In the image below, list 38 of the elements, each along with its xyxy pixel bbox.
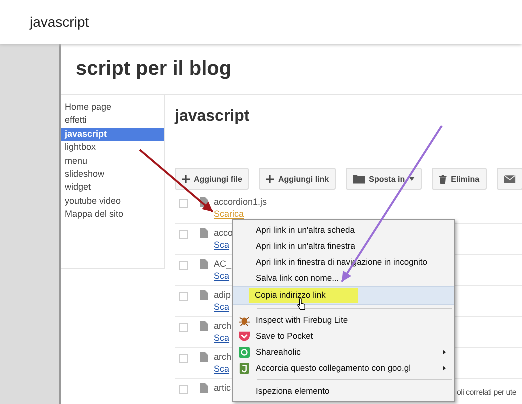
toolbar-button[interactable]: Elimina xyxy=(432,168,487,190)
context-menu-item[interactable]: Apri link in un'altra finestra xyxy=(233,238,454,254)
file-name: arch xyxy=(214,352,232,363)
sidebar-item[interactable]: lightbox xyxy=(61,141,164,155)
context-menu-item[interactable]: Salva link con nome... xyxy=(233,270,454,286)
context-menu-item[interactable]: Copia indirizzo link xyxy=(233,286,454,305)
context-menu-item[interactable]: Apri link in un'altra scheda xyxy=(233,222,454,238)
file-name: arch xyxy=(214,321,232,332)
sidebar-item[interactable]: youtube video xyxy=(61,194,164,208)
context-menu-item[interactable]: Save to Pocket xyxy=(233,328,454,344)
sidebar-item[interactable]: Mappa del sito xyxy=(61,208,164,222)
context-menu-item[interactable]: Inspect with Firebug Lite xyxy=(233,312,454,328)
context-menu-item[interactable]: Shareaholic xyxy=(233,344,454,360)
sidebar-item[interactable]: javascript xyxy=(61,128,164,142)
file-name: AC_ xyxy=(214,259,232,270)
folder-heading: javascript xyxy=(175,108,251,127)
file-name: accordion1.js xyxy=(214,197,268,208)
toolbar-button[interactable]: Sposta in xyxy=(346,168,422,190)
download-link[interactable]: Sca xyxy=(214,239,230,251)
page-title: javascript xyxy=(30,14,90,30)
download-link[interactable]: Sca xyxy=(214,332,230,344)
sidebar-item[interactable]: menu xyxy=(61,154,164,168)
download-link[interactable]: Sca xyxy=(214,270,230,282)
site-title: script per il blog xyxy=(76,58,232,80)
context-menu-item[interactable]: Accorcia questo collegamento con goo.gl xyxy=(233,360,454,376)
sidebar-item[interactable]: effetti xyxy=(61,114,164,128)
file-description: oli correlati per ute xyxy=(457,388,517,397)
file-name: adip xyxy=(214,290,232,301)
sidebar-item[interactable]: widget xyxy=(61,181,164,195)
file-name: artic xyxy=(214,383,232,394)
download-link[interactable]: Sca xyxy=(214,363,230,375)
toolbar-button[interactable]: Aggiungi link xyxy=(259,168,336,190)
download-link[interactable]: Sca xyxy=(214,301,230,313)
file-name: acco xyxy=(214,228,234,239)
sidebar-item[interactable]: slideshow xyxy=(61,168,164,182)
toolbar-button[interactable]: Aggiungi file xyxy=(175,168,250,190)
sidebar-item[interactable]: Home page xyxy=(61,101,164,114)
context-menu-item[interactable]: Ispeziona elemento xyxy=(233,383,454,399)
